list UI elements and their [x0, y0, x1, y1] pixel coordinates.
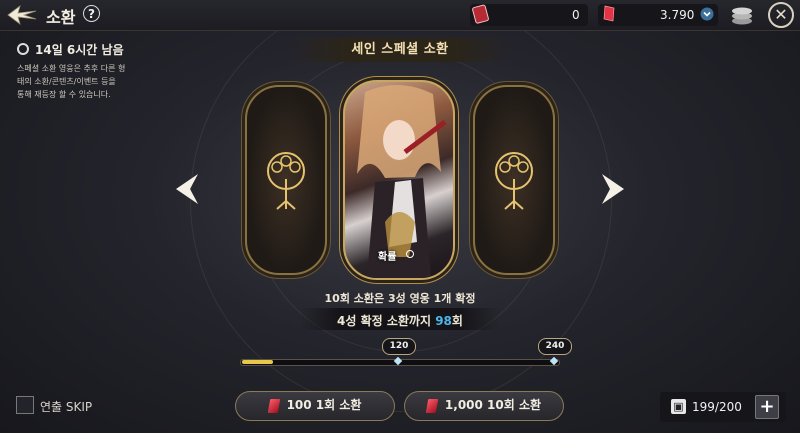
arrow-right-icon[interactable] [598, 172, 628, 206]
pity-suffix: 회 [451, 314, 463, 328]
red-gem-icon [603, 5, 615, 22]
close-button[interactable]: ✕ [768, 2, 794, 28]
skip-label: 연출 SKIP [40, 400, 93, 414]
help-icon[interactable]: ? [83, 5, 100, 22]
hero-portrait [357, 84, 447, 278]
coin-stack-icon[interactable] [730, 4, 754, 26]
gem-count: 3.790 [660, 8, 695, 22]
pity-info: 4성 확정 소환까지 98회 [0, 312, 800, 329]
featured-hero-card[interactable] [343, 80, 455, 280]
back-arrow-icon[interactable] [6, 3, 40, 27]
pity-count: 98 [435, 314, 452, 328]
pity-prefix: 4성 확정 소환까지 [337, 314, 436, 328]
banner-title: 세인 스페셜 소환 [351, 42, 449, 57]
inventory-count: 199/200 [692, 400, 742, 414]
summon-1-button[interactable]: 100 1회 소환 [235, 391, 395, 421]
guarantee-info: 10회 소환은 3성 영웅 1개 확정 [324, 292, 476, 305]
ticket-count: 0 [572, 8, 580, 22]
side-card-right[interactable] [473, 85, 555, 275]
magnifier-icon[interactable] [406, 250, 414, 258]
skip-checkbox[interactable] [16, 396, 34, 414]
red-gem-icon [425, 398, 439, 413]
timer-icon [17, 43, 29, 55]
tree-emblem-icon [267, 152, 305, 210]
summon-ticket-icon [472, 4, 489, 24]
tree-emblem-icon [495, 152, 533, 210]
banner-title-plate: 세인 스페셜 소환 [290, 38, 510, 62]
event-description: 스페셜 소환 영웅은 추후 다른 형 태의 소환/콘텐츠/이벤트 등을 통해 재… [17, 64, 126, 99]
red-gem-icon [267, 398, 280, 413]
inventory-icon: ▣ [671, 399, 686, 414]
milestone-120-label[interactable]: 120 [382, 338, 416, 355]
event-timer: 14일 6시간 남음 [35, 43, 124, 57]
summon-10-button[interactable]: 1,000 10회 소환 [404, 391, 564, 421]
probability-label[interactable]: 확률 [378, 248, 396, 263]
add-gem-icon[interactable] [700, 7, 714, 21]
expand-inventory-button[interactable]: + [755, 395, 779, 419]
side-card-left[interactable] [245, 85, 327, 275]
summon-progress-fill [242, 360, 273, 364]
milestone-240-label[interactable]: 240 [538, 338, 572, 355]
summon-1-label: 100 1회 소환 [286, 398, 362, 412]
page-title: 소환 [46, 8, 76, 27]
summon-10-label: 1,000 10회 소환 [444, 398, 542, 412]
arrow-left-icon[interactable] [172, 172, 202, 206]
